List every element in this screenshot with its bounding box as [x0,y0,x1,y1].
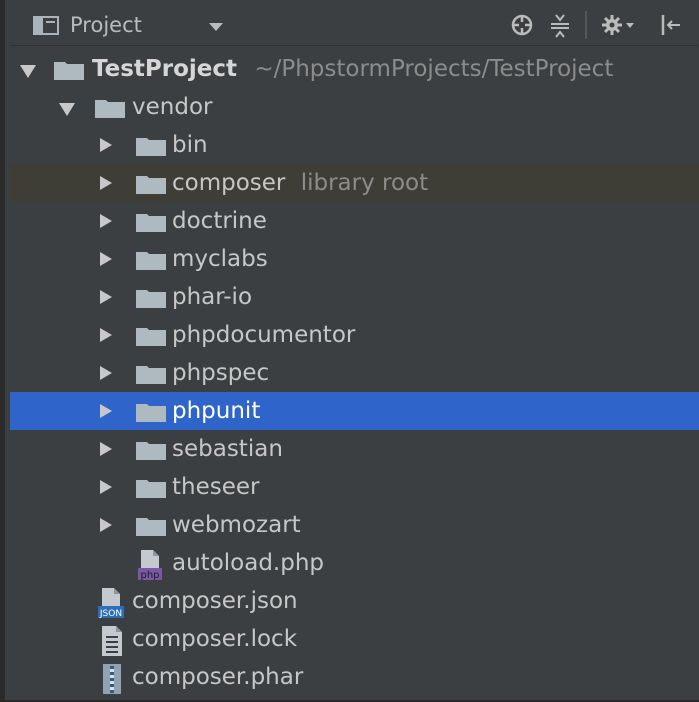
chevron-right-icon[interactable] [100,366,112,380]
folder-icon [136,404,166,422]
root-path: ~/PhpstormProjects/TestProject [254,56,614,82]
tree-node-folder[interactable]: bin [10,126,699,164]
chevron-down-icon[interactable] [208,22,224,32]
root-name: TestProject [92,56,238,82]
folder-icon [136,366,166,384]
tree-node-file[interactable]: composer.phar [10,658,699,696]
tree-node-label: vendor [132,94,213,120]
json-file-icon: JSON [98,588,124,618]
folder-name: composer [172,170,286,196]
tree-node-label: composer.lock [132,626,298,652]
tree-node-label: TestProject ~/PhpstormProjects/TestProje… [92,50,613,88]
tree-node-file[interactable]: php autoload.php [10,544,699,582]
project-toolbar: Project [10,5,698,46]
tree-node-folder[interactable]: webmozart [10,506,699,544]
chevron-right-icon[interactable] [100,404,112,418]
folder-icon [136,138,166,156]
tree-node-file[interactable]: composer.lock [10,620,699,658]
folder-icon [136,442,166,460]
folder-icon [136,214,166,232]
chevron-right-icon[interactable] [100,518,112,532]
project-tool-window: Project TestProject ~/PhpstormProjects/T… [0,0,699,702]
folder-icon [136,480,166,498]
folder-icon [136,176,166,194]
php-file-icon: php [138,550,162,580]
tree-node-folder[interactable]: phpspec [10,354,699,392]
folder-icon [136,518,166,536]
chevron-right-icon[interactable] [100,176,112,190]
tree-node-folder[interactable]: myclabs [10,240,699,278]
chevron-right-icon[interactable] [100,214,112,228]
tree-node-label: webmozart [172,512,301,538]
tree-node-label: composer.phar [132,664,304,690]
hide-panel-icon[interactable] [660,13,682,37]
tree-node-label: bin [172,132,208,158]
folder-icon [95,100,125,118]
tree-node-label: sebastian [172,436,283,462]
tree-node-folder[interactable]: composer library root [10,164,699,202]
tree-node-label: composer library root [172,164,428,202]
tree-node-label: phar-io [172,284,253,310]
folder-icon [136,328,166,346]
tree-node-label: composer.json [132,588,298,614]
collapse-all-icon[interactable] [548,13,572,39]
tree-node-vendor[interactable]: vendor [10,88,699,126]
folder-icon [136,290,166,308]
tree-node-label: autoload.php [172,550,325,576]
file-badge: php [140,570,159,580]
toolbar-separator [585,11,587,39]
tree-node-folder[interactable]: doctrine [10,202,699,240]
locate-target-icon[interactable] [510,13,534,37]
gear-icon[interactable] [601,13,635,37]
chevron-right-icon[interactable] [100,252,112,266]
tree-node-folder-selected[interactable]: phpunit [10,392,699,430]
chevron-right-icon[interactable] [100,480,112,494]
folder-icon [54,62,84,80]
file-badge: JSON [99,609,122,618]
tree-node-file[interactable]: JSON composer.json [10,582,699,620]
text-file-icon [102,626,122,656]
tree-node-folder[interactable]: phpdocumentor [10,316,699,354]
view-title[interactable]: Project [70,13,142,37]
chevron-right-icon[interactable] [100,138,112,152]
tree-node-label: doctrine [172,208,267,234]
tree-node-label: myclabs [172,246,268,272]
chevron-down-icon[interactable] [20,65,36,78]
folder-icon [136,252,166,270]
tree-node-label: theseer [172,474,260,500]
tree-node-label: phpdocumentor [172,322,356,348]
project-view-icon [33,16,59,35]
tree-node-root[interactable]: TestProject ~/PhpstormProjects/TestProje… [10,50,699,88]
tree-node-folder[interactable]: sebastian [10,430,699,468]
tree-node-label: phpunit [172,398,261,424]
tree-node-folder[interactable]: theseer [10,468,699,506]
tree-node-folder[interactable]: phar-io [10,278,699,316]
library-root-hint: library root [300,170,429,196]
chevron-right-icon[interactable] [100,442,112,456]
archive-file-icon [103,664,121,694]
tree-node-label: phpspec [172,360,270,386]
chevron-right-icon[interactable] [100,290,112,304]
chevron-right-icon[interactable] [100,328,112,342]
chevron-down-icon[interactable] [59,103,75,116]
